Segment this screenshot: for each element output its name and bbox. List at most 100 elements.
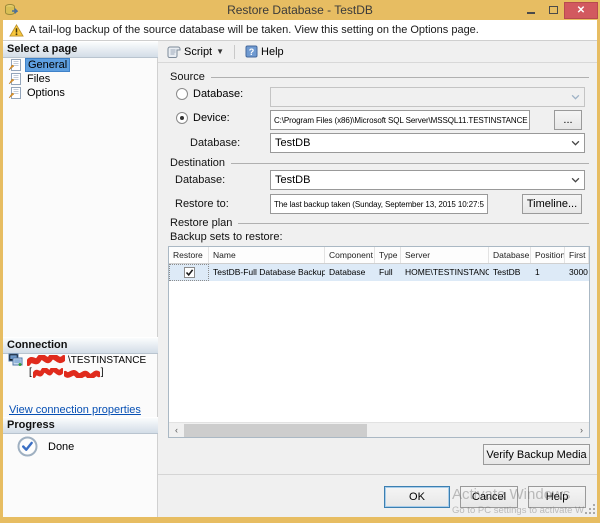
table-row[interactable]: TestDB-Full Database Backup Database Ful… [169,264,589,281]
server-name-suffix: \TESTINSTANCE [68,354,147,366]
ok-label: OK [409,491,425,503]
source-database-radio-label: Database: [193,88,244,100]
connection-header: Connection [3,337,158,354]
svg-text:?: ? [249,47,255,57]
cell-first-lsn: 3000 [569,267,588,277]
source-device-radio[interactable]: Device: [176,112,230,124]
footer-divider [158,474,597,475]
timeline-label: Timeline... [526,198,578,210]
column-header-component[interactable]: Component [325,247,375,263]
script-button[interactable]: Script ▼ [164,43,227,60]
script-label: Script [184,45,213,58]
sidebar-item-label: General [25,58,71,72]
chevron-down-icon [571,94,580,100]
ok-button[interactable]: OK [384,486,450,508]
minimize-button[interactable] [520,2,542,19]
horizontal-scrollbar: ‹ › [169,422,589,437]
chevron-down-icon: ▼ [216,47,225,56]
group-rule [210,76,589,78]
column-header-database[interactable]: Database [489,247,531,263]
progress-header: Progress [3,417,158,434]
destination-database-label: Database: [175,174,226,186]
chevron-down-icon [571,177,580,183]
help-footer-button[interactable]: Help [528,486,586,508]
column-header-type[interactable]: Type [375,247,401,263]
verify-backup-media-label: Verify Backup Media [486,448,587,461]
scroll-left-arrow[interactable]: ‹ [169,423,184,438]
device-path-input[interactable]: C:\Program Files (x86)\Microsoft SQL Ser… [270,110,530,130]
scrollbar-thumb[interactable] [184,423,368,437]
column-header-name[interactable]: Name [209,247,325,263]
window-border-left [0,20,3,523]
close-icon: ✕ [576,4,586,16]
bracket-open: [ [29,367,32,378]
restore-to-value: The last backup taken (Sunday, September… [274,199,484,209]
table-header: Restore Name Component Type Server Datab… [169,247,589,264]
progress-status: Done [17,436,74,457]
page-icon [8,87,21,99]
group-rule [238,222,589,224]
page-icon [8,59,21,71]
backup-sets-label: Backup sets to restore: [170,231,283,243]
restore-cell [169,264,209,281]
resize-grip[interactable] [584,503,596,515]
check-icon [185,269,193,277]
progress-status-text: Done [48,440,75,453]
sidebar-item-general[interactable]: General [5,58,73,72]
verify-backup-media-button[interactable]: Verify Backup Media [483,444,590,465]
sidebar-item-options[interactable]: Options [5,86,70,100]
cell-server: HOME\TESTINSTANCE [405,267,489,277]
group-rule [231,162,589,164]
browse-device-button[interactable]: ... [554,110,582,130]
radio-icon [176,88,188,100]
close-button[interactable]: ✕ [564,1,598,19]
sidebar-item-label: Options [27,87,65,99]
radio-icon [176,112,188,124]
done-check-icon [17,436,38,457]
scroll-right-arrow[interactable]: › [574,423,589,438]
destination-group-title: Destination [170,157,226,169]
connection-user: [ ] [29,367,104,378]
bracket-close: ] [100,367,104,378]
minimize-icon [527,12,535,14]
restore-to-label: Restore to: [175,198,229,210]
cell-type: Full [379,267,393,277]
window-controls: ✕ [520,1,598,19]
column-header-server[interactable]: Server [401,247,489,263]
server-connection-icon [8,353,23,366]
main-pane: Script ▼ ? Help Source Database: Device:… [158,41,597,517]
view-connection-properties-link[interactable]: View connection properties [9,404,141,416]
cancel-button[interactable]: Cancel [460,486,518,508]
sidebar-item-label: Files [27,73,51,85]
script-icon [167,46,181,58]
scrollbar-track[interactable] [184,423,574,438]
cell-name: TestDB-Full Database Backup [213,267,325,277]
source-database-select[interactable]: TestDB [270,133,585,153]
column-header-first-lsn[interactable]: First L [565,247,589,263]
timeline-button[interactable]: Timeline... [522,194,582,214]
column-header-restore[interactable]: Restore [169,247,209,263]
connection-server: \TESTINSTANCE [8,353,146,367]
source-database-label: Database: [190,137,241,149]
maximize-button[interactable] [542,2,564,19]
restore-to-input[interactable]: The last backup taken (Sunday, September… [270,194,488,214]
source-database-combo[interactable] [270,87,585,107]
column-header-position[interactable]: Position [531,247,565,263]
title-bar: Restore Database - TestDB ✕ [0,0,600,20]
help-label: Help [261,45,284,58]
restore-checkbox[interactable] [183,267,195,278]
warning-text: A tail-log backup of the source database… [29,24,479,36]
help-icon: ? [245,45,258,58]
device-path-value: C:\Program Files (x86)\Microsoft SQL Ser… [274,115,528,125]
help-footer-label: Help [545,491,569,503]
source-device-radio-label: Device: [193,112,230,124]
help-button[interactable]: ? Help [242,43,287,60]
redaction-scribble [63,369,100,378]
destination-database-select[interactable]: TestDB [270,170,585,190]
source-database-radio[interactable]: Database: [176,88,243,100]
source-group-title: Source [170,71,205,83]
tail-log-warning-banner: A tail-log backup of the source database… [3,20,597,41]
sidebar-item-files[interactable]: Files [5,72,55,86]
window-border-bottom [0,517,600,523]
cancel-label: Cancel [471,491,507,503]
